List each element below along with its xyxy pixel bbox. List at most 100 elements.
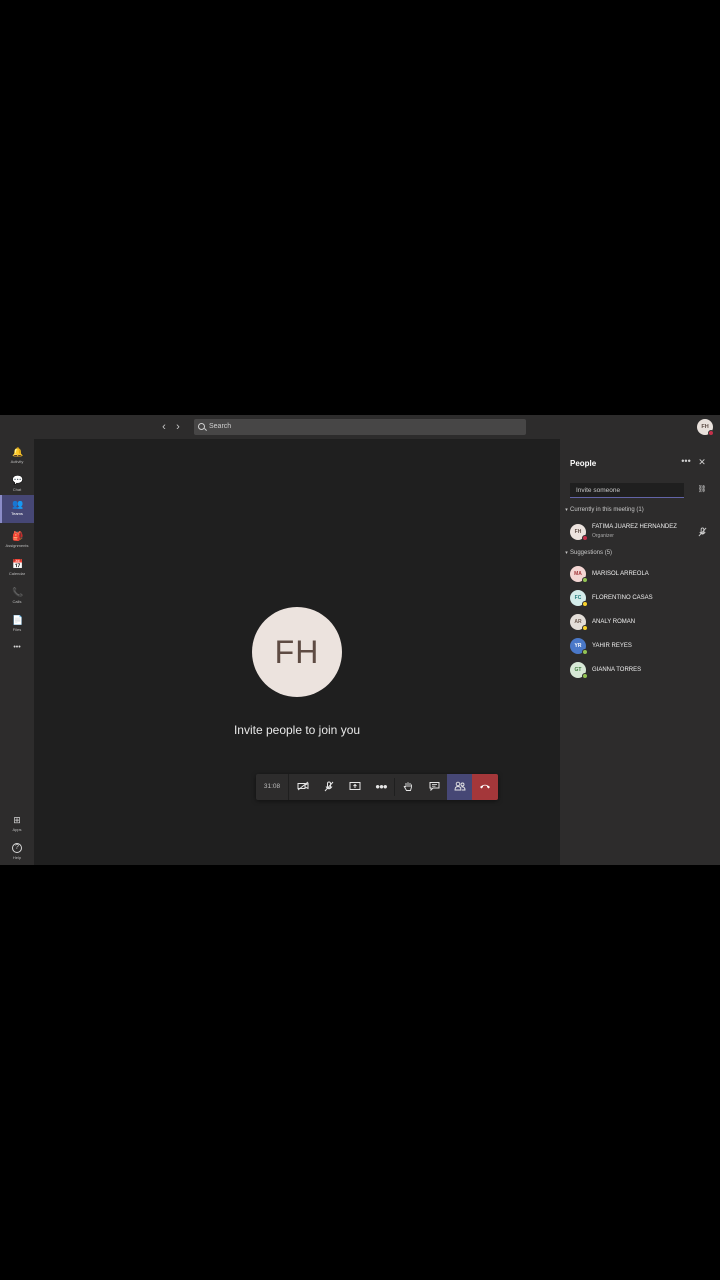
avatar: FH	[570, 524, 588, 541]
teams-window: ‹ › Search FH 🔔 Activity 💬 Chat 👥 Teams …	[0, 415, 720, 865]
suggestions-header-label: Suggestions (5)	[570, 550, 613, 556]
participant-role: Organizer	[592, 533, 614, 539]
forward-arrow-icon[interactable]: ›	[172, 420, 184, 434]
assignments-icon: 🎒	[12, 531, 24, 541]
rail-item-files[interactable]: 📄 Files	[0, 611, 34, 637]
suggestion-row[interactable]: MA MARISOL ARREOLA	[560, 563, 720, 585]
presence-icon	[582, 577, 588, 583]
back-arrow-icon[interactable]: ‹	[158, 420, 170, 434]
chevron-down-icon: ▾	[565, 507, 568, 513]
rail-item-calendar[interactable]: 📅 Calendar	[0, 555, 34, 581]
participant-name: FATIMA JUAREZ HERNANDEZ	[592, 524, 677, 530]
presence-busy-icon	[708, 430, 714, 436]
share-link-icon[interactable]: ⛓	[697, 486, 707, 494]
presence-icon	[582, 535, 588, 541]
suggestion-row[interactable]: YR YAHIR REYES	[560, 635, 720, 657]
title-bar: ‹ › Search FH	[0, 415, 720, 439]
avatar-initials: GT	[574, 667, 582, 673]
hand-icon	[403, 782, 412, 791]
suggestion-row[interactable]: AR ANALY ROMAN	[560, 611, 720, 633]
search-input[interactable]: Search	[194, 419, 526, 435]
suggestion-name: YAHIR REYES	[592, 643, 632, 649]
phone-icon: 📞	[12, 587, 24, 597]
file-icon: 📄	[12, 615, 24, 625]
mic-off-icon	[324, 781, 334, 792]
help-icon: ?	[12, 843, 22, 853]
presence-icon	[582, 625, 588, 631]
hang-up-button[interactable]	[472, 774, 498, 800]
people-icon	[454, 782, 466, 791]
suggestion-name: ANALY ROMAN	[592, 619, 636, 625]
avatar: MA	[570, 566, 588, 583]
rail-more-button[interactable]: •••	[0, 639, 34, 657]
participant-row[interactable]: FH FATIMA JUAREZ HERNANDEZ Organizer	[560, 521, 720, 543]
rail-label-calendar: Calendar	[8, 571, 26, 576]
avatar-initials: MA	[574, 571, 582, 577]
suggestion-name: MARISOL ARREOLA	[592, 571, 649, 577]
bell-icon: 🔔	[12, 447, 24, 457]
suggestions-header[interactable]: ▾ Suggestions (5)	[563, 550, 612, 556]
rail-item-chat[interactable]: 💬 Chat	[0, 471, 34, 497]
rail-label-files: Files	[12, 627, 22, 632]
suggestion-row[interactable]: GT GIANNA TORRES	[560, 659, 720, 681]
avatar-initials: FH	[574, 529, 582, 535]
raise-hand-button[interactable]	[395, 774, 421, 800]
rail-label-teams: Teams	[11, 511, 23, 516]
more-icon: •••	[13, 644, 21, 651]
rail-item-apps[interactable]: ⊞ Apps	[0, 811, 34, 837]
profile-avatar[interactable]: FH	[697, 419, 714, 436]
avatar-initials: FC	[574, 595, 582, 601]
more-actions-button[interactable]: ●●●	[368, 774, 394, 800]
rail-item-assignments[interactable]: 🎒 Assignments	[0, 527, 34, 553]
apps-icon: ⊞	[13, 815, 21, 825]
rail-label-activity: Activity	[10, 459, 24, 464]
search-icon	[198, 423, 205, 430]
rail-item-activity[interactable]: 🔔 Activity	[0, 443, 34, 469]
mic-off-button[interactable]	[316, 774, 342, 800]
close-icon[interactable]: ✕	[697, 457, 707, 468]
chevron-down-icon: ▾	[565, 550, 568, 556]
chat-icon: 💬	[12, 475, 24, 485]
mic-off-icon	[696, 527, 708, 539]
hang-up-icon	[480, 785, 490, 789]
teams-icon: 👥	[12, 499, 24, 509]
avatar: FC	[570, 590, 588, 607]
suggestion-name: GIANNA TORRES	[592, 667, 642, 673]
panel-more-icon[interactable]: •••	[680, 456, 692, 466]
share-tray-icon	[349, 782, 361, 791]
panel-title: People	[570, 459, 597, 468]
rail-item-teams[interactable]: 👥 Teams	[0, 495, 34, 523]
suggestion-row[interactable]: FC FLORENTINO CASAS	[560, 587, 720, 609]
current-participants-header[interactable]: ▾ Currently in this meeting (1)	[563, 507, 644, 513]
rail-label-apps: Apps	[12, 827, 22, 832]
people-panel: People ••• ✕ ⛓ ▾Currently in this meetin…	[560, 439, 720, 865]
rail-label-calls: Calls	[12, 599, 22, 604]
ellipsis-icon: ●●●	[375, 782, 387, 791]
camera-off-button[interactable]	[290, 774, 316, 800]
search-placeholder: Search	[209, 423, 232, 430]
avatar-initials: YR	[574, 643, 582, 649]
invite-someone-input[interactable]	[570, 483, 684, 498]
avatar: GT	[570, 662, 588, 679]
profile-initials: FH	[701, 424, 709, 430]
calendar-icon: 📅	[12, 559, 24, 569]
participant-avatar: FH	[252, 607, 342, 697]
call-timer: 31:08	[256, 774, 289, 800]
suggestion-name: FLORENTINO CASAS	[592, 595, 653, 601]
rail-item-help[interactable]: ? Help	[0, 839, 34, 865]
rail-label-chat: Chat	[12, 487, 22, 492]
share-screen-button[interactable]	[342, 774, 368, 800]
meeting-stage: FH Invite people to join you 31:08 ●●●	[34, 439, 560, 865]
rail-label-assignments: Assignments	[5, 543, 29, 548]
avatar-initials: AR	[574, 619, 582, 625]
chat-button[interactable]	[421, 774, 447, 800]
rail-label-help: Help	[12, 855, 22, 860]
app-bar: 🔔 Activity 💬 Chat 👥 Teams 🎒 Assignments …	[0, 439, 34, 865]
presence-icon	[582, 601, 588, 607]
current-header-label: Currently in this meeting (1)	[570, 507, 644, 513]
avatar: YR	[570, 638, 588, 655]
rail-item-calls[interactable]: 📞 Calls	[0, 583, 34, 609]
chat-bubble-icon	[429, 782, 439, 792]
show-participants-button[interactable]	[447, 774, 473, 800]
presence-icon	[582, 649, 588, 655]
